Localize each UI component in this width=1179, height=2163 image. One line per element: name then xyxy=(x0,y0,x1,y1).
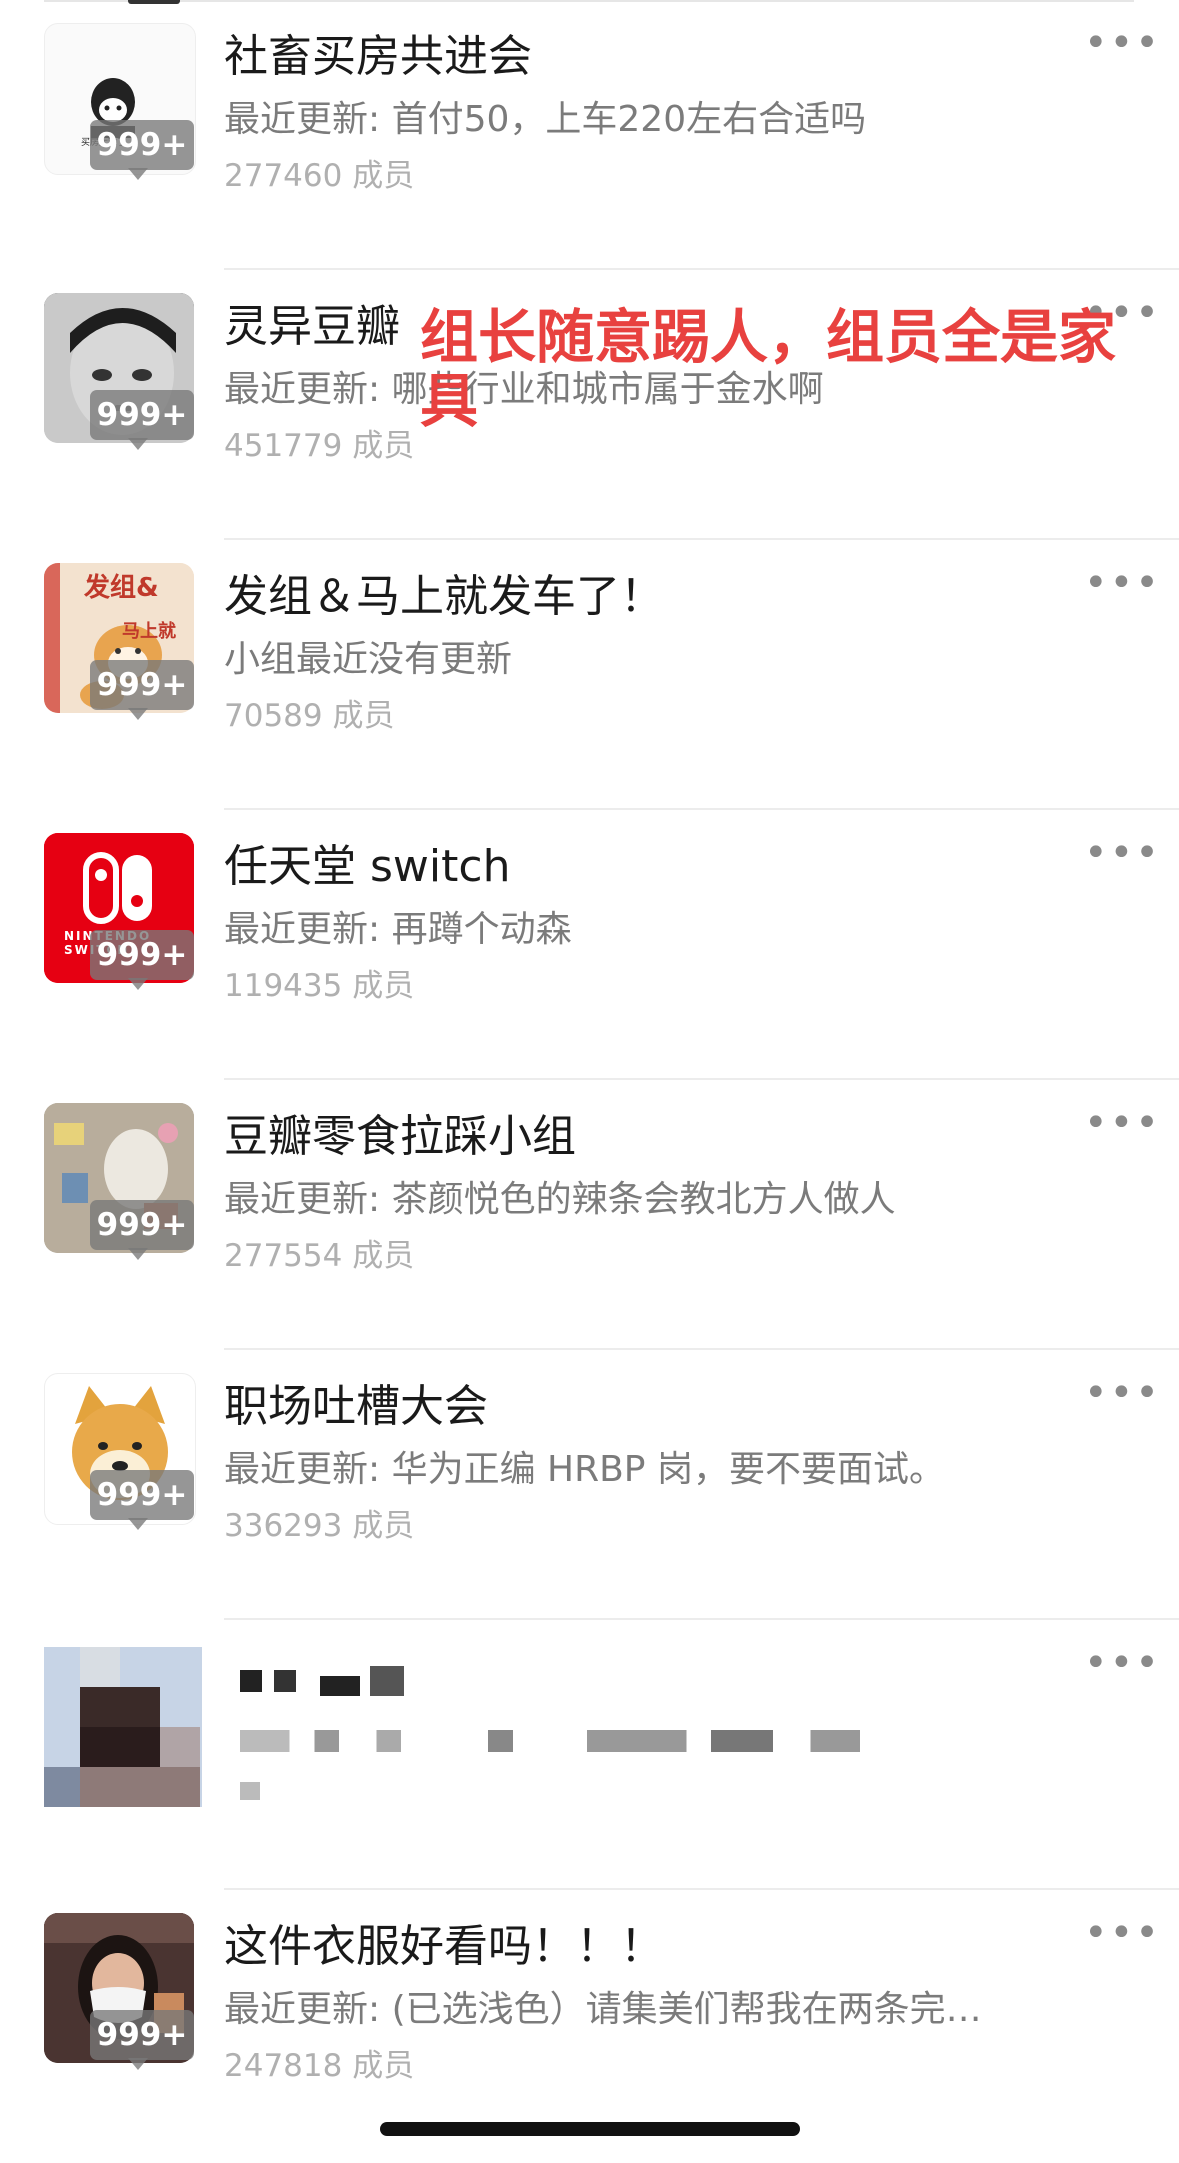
group-avatar-pixelated[interactable] xyxy=(44,1647,202,1807)
more-options-icon[interactable]: ••• xyxy=(1084,560,1161,606)
redacted-title xyxy=(320,1676,360,1696)
home-indicator[interactable] xyxy=(380,2122,800,2136)
group-member-count: 451779 成员 xyxy=(224,428,415,464)
red-annotation: 组长随意踢人，组员全是家具 xyxy=(420,303,1117,435)
group-row[interactable]: 999+ 这件衣服好看吗！！！ 最近更新: (已选浅色）请集美们帮我在两条完… … xyxy=(0,1890,1179,2160)
group-latest-update: 最近更新: 茶颜悦色的辣条会教北方人做人 xyxy=(224,1179,896,1220)
group-row[interactable]: 999+ 职场吐槽大会 最近更新: 华为正编 HRBP 岗，要不要面试。 336… xyxy=(0,1350,1179,1620)
group-member-count: 277460 成员 xyxy=(224,158,415,194)
group-member-count: 336293 成员 xyxy=(224,1508,415,1544)
pixel-block xyxy=(80,1727,160,1767)
group-row[interactable]: 买房太难了 999+ 社畜买房共进会 最近更新: 首付50，上车220左右合适吗… xyxy=(0,0,1179,270)
pixel-block xyxy=(80,1767,200,1807)
group-row[interactable]: NINTENDO SWITCH 999+ 任天堂 switch 最近更新: 再蹲… xyxy=(0,810,1179,1080)
redacted-subtitle xyxy=(240,1730,860,1752)
more-options-icon[interactable]: ••• xyxy=(1084,20,1161,66)
group-row[interactable]: 发组& 马上就 999+ 发组＆马上就发车了！ 小组最近没有更新 70589 成… xyxy=(0,540,1179,810)
unread-badge: 999+ xyxy=(90,1470,194,1520)
group-title[interactable]: 豆瓣零食拉踩小组 xyxy=(224,1100,576,1164)
group-latest-update: 最近更新: 首付50，上车220左右合适吗 xyxy=(224,99,867,140)
badge-tail xyxy=(128,708,148,720)
more-options-icon[interactable]: ••• xyxy=(1084,1370,1161,1416)
pixel-block xyxy=(160,1727,200,1767)
badge-tail xyxy=(128,1248,148,1260)
unread-badge: 999+ xyxy=(90,2010,194,2060)
badge-tail xyxy=(128,1518,148,1530)
group-latest-update: 小组最近没有更新 xyxy=(224,639,513,680)
redacted-title xyxy=(240,1670,262,1692)
badge-tail xyxy=(128,168,148,180)
group-title[interactable]: 任天堂 switch xyxy=(224,830,510,894)
group-latest-update: 最近更新: 华为正编 HRBP 岗，要不要面试。 xyxy=(224,1449,945,1490)
group-latest-update: 最近更新: 再蹲个动森 xyxy=(224,909,572,950)
pixel-block xyxy=(80,1647,120,1687)
badge-tail xyxy=(128,438,148,450)
redacted-members xyxy=(240,1782,260,1800)
group-title[interactable]: 灵异豆瓣 xyxy=(224,290,400,354)
group-latest-update: 最近更新: (已选浅色）请集美们帮我在两条完… xyxy=(224,1989,982,2030)
unread-badge: 999+ xyxy=(90,1200,194,1250)
avatar-caption: 发组& xyxy=(84,573,159,603)
unread-badge: 999+ xyxy=(90,930,194,980)
pixel-block xyxy=(44,1767,80,1807)
more-options-icon[interactable]: ••• xyxy=(1084,1640,1161,1686)
more-options-icon[interactable]: ••• xyxy=(1084,1910,1161,1956)
group-row[interactable]: 999+ 豆瓣零食拉踩小组 最近更新: 茶颜悦色的辣条会教北方人做人 27755… xyxy=(0,1080,1179,1350)
more-options-icon[interactable]: ••• xyxy=(1084,1100,1161,1146)
avatar-caption: 马上就 xyxy=(122,621,176,642)
unread-badge: 999+ xyxy=(90,390,194,440)
badge-tail xyxy=(128,978,148,990)
group-member-count: 247818 成员 xyxy=(224,2048,415,2084)
badge-tail xyxy=(128,2058,148,2070)
group-member-count: 277554 成员 xyxy=(224,1238,415,1274)
pixel-block xyxy=(80,1687,160,1727)
group-title[interactable]: 职场吐槽大会 xyxy=(224,1370,488,1434)
group-member-count: 70589 成员 xyxy=(224,698,395,734)
group-title[interactable]: 社畜买房共进会 xyxy=(224,20,532,84)
group-row[interactable]: ••• xyxy=(0,1620,1179,1890)
unread-badge: 999+ xyxy=(90,660,194,710)
redacted-title xyxy=(274,1670,296,1692)
group-title[interactable]: 发组＆马上就发车了！ xyxy=(224,560,664,624)
redacted-title xyxy=(370,1666,404,1696)
unread-badge: 999+ xyxy=(90,120,194,170)
group-member-count: 119435 成员 xyxy=(224,968,415,1004)
more-options-icon[interactable]: ••• xyxy=(1084,830,1161,876)
group-title[interactable]: 这件衣服好看吗！！！ xyxy=(224,1910,664,1974)
